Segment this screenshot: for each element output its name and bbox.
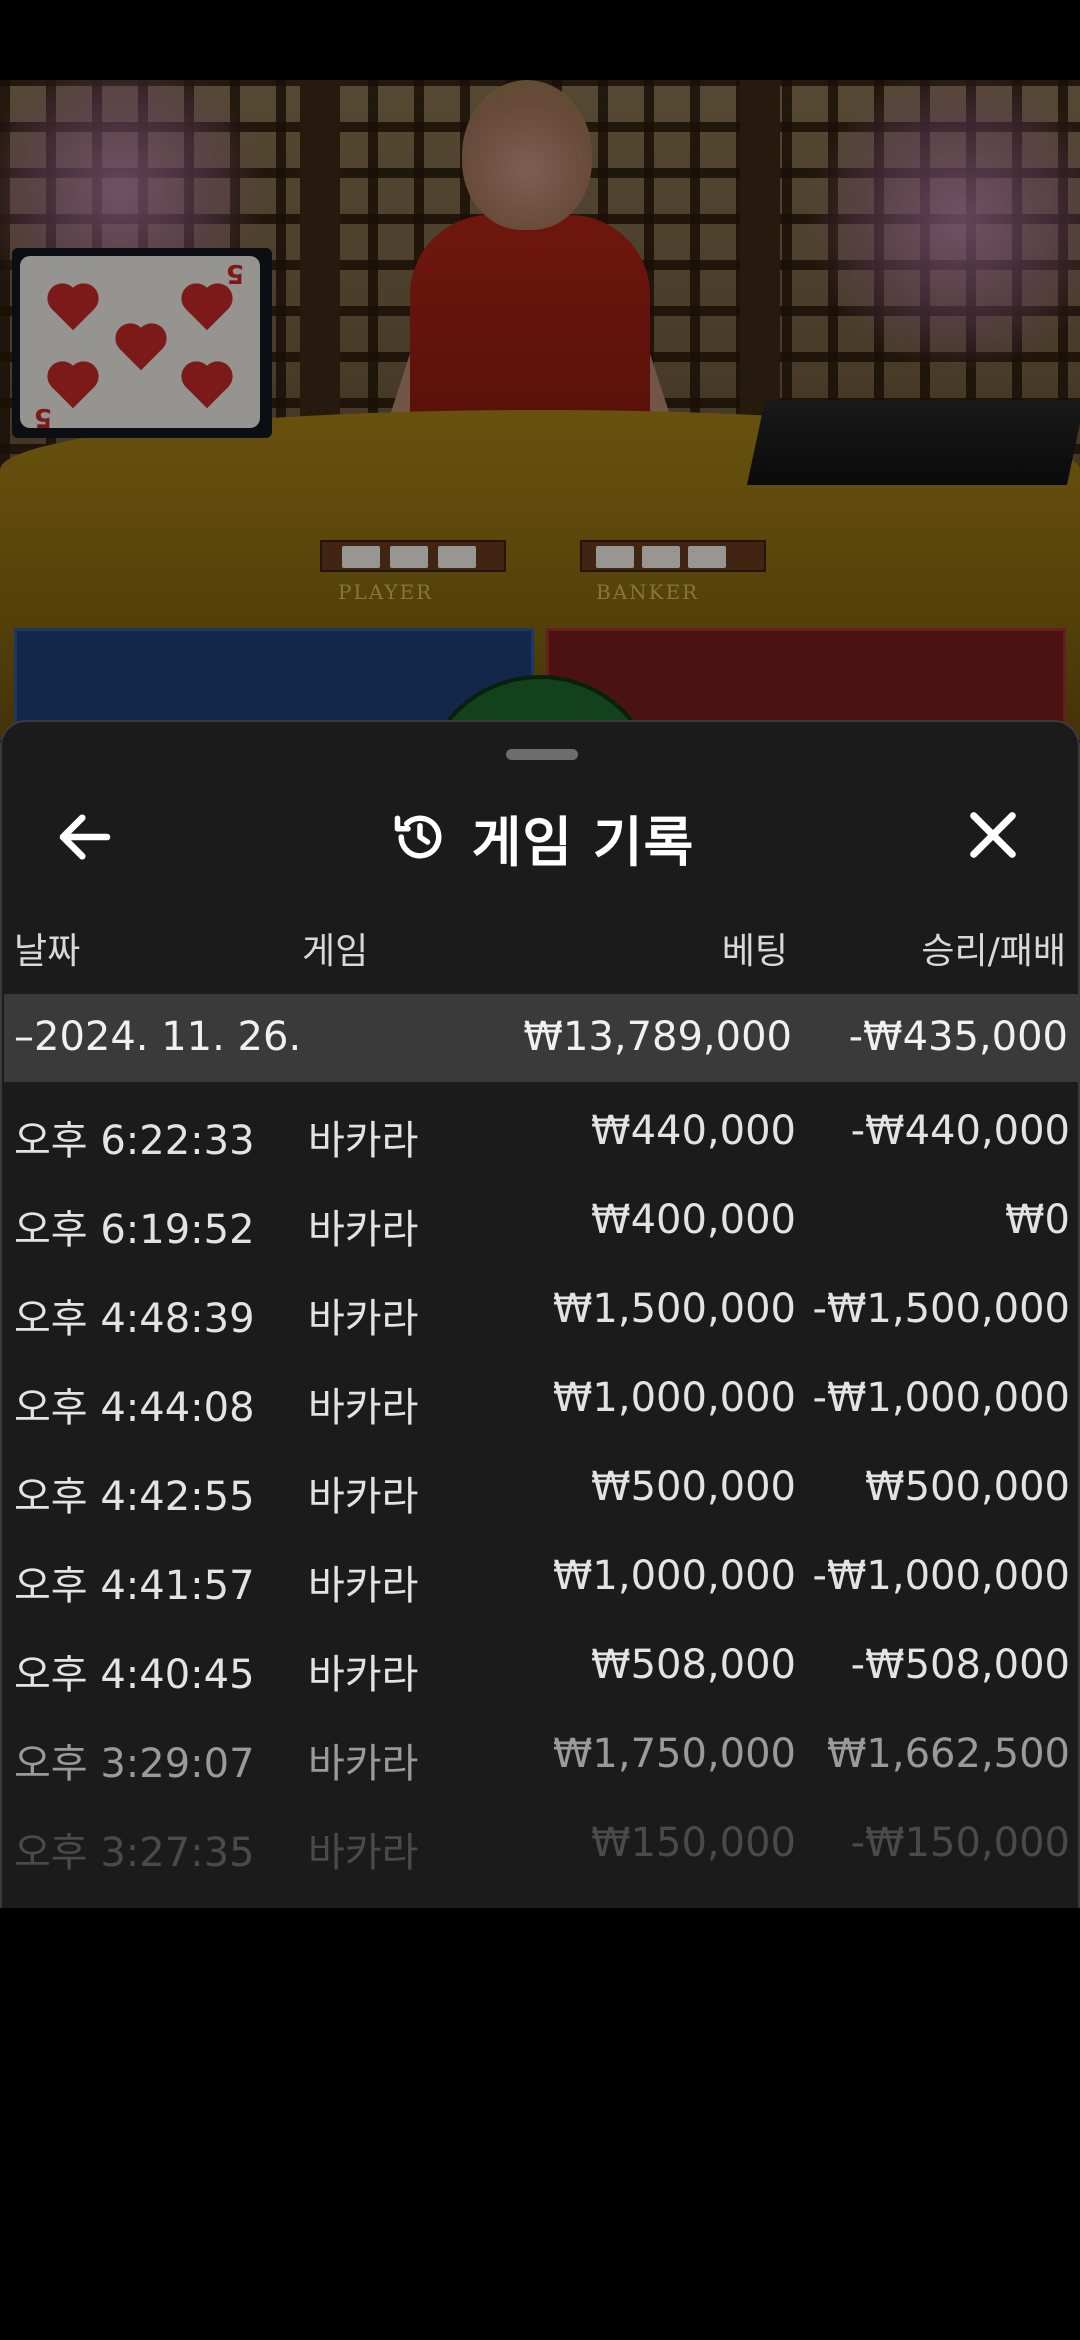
video-dim-overlay xyxy=(0,80,1080,740)
row-time: 오후 4:42:55 xyxy=(14,1474,255,1520)
row-time: 오후 4:40:45 xyxy=(14,1652,255,1698)
row-bet: ₩500,000 xyxy=(591,1464,796,1510)
column-header-bet: 베팅 xyxy=(721,931,788,972)
date-group-bet-total: ₩13,789,000 xyxy=(523,1014,792,1060)
history-list[interactable]: 오후 6:22:33 바카라 ₩440,000 -₩440,000 오후 6:1… xyxy=(2,1092,1078,1876)
sheet-header: 게임 기록 xyxy=(2,782,1078,892)
row-bet: ₩508,000 xyxy=(591,1642,796,1688)
row-result: -₩150,000 xyxy=(850,1820,1070,1866)
column-header-date: 날짜 xyxy=(14,931,81,972)
date-group-label: –2024. 11. 26. xyxy=(14,1014,302,1060)
row-game: 바카라 xyxy=(308,1830,419,1876)
row-game: 바카라 xyxy=(308,1474,419,1520)
history-row[interactable]: 오후 4:40:45 바카라 ₩508,000 -₩508,000 xyxy=(2,1626,1078,1715)
game-history-sheet: 게임 기록 날짜 게임 베팅 승리/패배 –2024. 11. 26. ₩13,… xyxy=(0,720,1080,1910)
column-header-result: 승리/패배 xyxy=(921,931,1066,972)
column-header-game: 게임 xyxy=(302,931,369,972)
bottom-area xyxy=(0,1908,1080,2340)
row-bet: ₩1,500,000 xyxy=(552,1286,796,1332)
history-row[interactable]: 오후 3:27:35 바카라 ₩150,000 -₩150,000 xyxy=(2,1804,1078,1893)
row-game: 바카라 xyxy=(308,1385,419,1431)
history-row[interactable]: 오후 4:41:57 바카라 ₩1,000,000 -₩1,000,000 xyxy=(2,1537,1078,1626)
row-result: ₩1,662,500 xyxy=(826,1731,1070,1777)
row-result: -₩1,000,000 xyxy=(812,1553,1070,1599)
row-time: 오후 4:41:57 xyxy=(14,1563,255,1609)
row-result: -₩1,000,000 xyxy=(812,1375,1070,1421)
row-time: 오후 4:48:39 xyxy=(14,1296,255,1342)
row-game: 바카라 xyxy=(308,1741,419,1787)
history-row[interactable]: 오후 4:42:55 바카라 ₩500,000 ₩500,000 xyxy=(2,1448,1078,1537)
row-game: 바카라 xyxy=(308,1207,419,1253)
date-group-row[interactable]: –2024. 11. 26. ₩13,789,000 -₩435,000 xyxy=(4,994,1078,1082)
row-result: -₩508,000 xyxy=(850,1642,1070,1688)
row-result: -₩1,500,000 xyxy=(812,1286,1070,1332)
row-time: 오후 3:29:07 xyxy=(14,1741,255,1787)
history-row[interactable]: 오후 6:19:52 바카라 ₩400,000 ₩0 xyxy=(2,1181,1078,1270)
row-time: 오후 6:19:52 xyxy=(14,1207,255,1253)
back-button[interactable] xyxy=(52,804,118,870)
row-bet: ₩440,000 xyxy=(591,1108,796,1154)
history-row[interactable]: 오후 3:29:07 바카라 ₩1,750,000 ₩1,662,500 xyxy=(2,1715,1078,1804)
history-icon xyxy=(394,815,442,859)
row-game: 바카라 xyxy=(308,1296,419,1342)
row-result: ₩500,000 xyxy=(865,1464,1070,1510)
screen: PLAYER BANKER 5 5 게임 기록 날짜 게임 베팅 승리/패배 –… xyxy=(0,0,1080,2340)
row-game: 바카라 xyxy=(308,1563,419,1609)
history-row[interactable]: 오후 4:44:08 바카라 ₩1,000,000 -₩1,000,000 xyxy=(2,1359,1078,1448)
row-bet: ₩1,000,000 xyxy=(552,1553,796,1599)
drag-handle[interactable] xyxy=(506,749,578,760)
row-result: -₩440,000 xyxy=(850,1108,1070,1154)
history-row[interactable]: 오후 6:22:33 바카라 ₩440,000 -₩440,000 xyxy=(2,1092,1078,1181)
row-time: 오후 3:27:35 xyxy=(14,1830,255,1876)
history-row[interactable]: 오후 4:48:39 바카라 ₩1,500,000 -₩1,500,000 xyxy=(2,1270,1078,1359)
row-bet: ₩1,000,000 xyxy=(552,1375,796,1421)
row-game: 바카라 xyxy=(308,1118,419,1164)
row-game: 바카라 xyxy=(308,1652,419,1698)
date-group-result-total: -₩435,000 xyxy=(848,1014,1068,1060)
row-result: ₩0 xyxy=(1005,1197,1070,1243)
close-button[interactable] xyxy=(960,802,1026,868)
sheet-title: 게임 기록 xyxy=(471,810,695,874)
row-time: 오후 4:44:08 xyxy=(14,1385,255,1431)
row-bet: ₩150,000 xyxy=(591,1820,796,1866)
row-time: 오후 6:22:33 xyxy=(14,1118,255,1164)
row-bet: ₩1,750,000 xyxy=(552,1731,796,1777)
title-group: 게임 기록 xyxy=(2,782,1078,892)
live-video: PLAYER BANKER 5 5 xyxy=(0,80,1080,740)
row-bet: ₩400,000 xyxy=(591,1197,796,1243)
